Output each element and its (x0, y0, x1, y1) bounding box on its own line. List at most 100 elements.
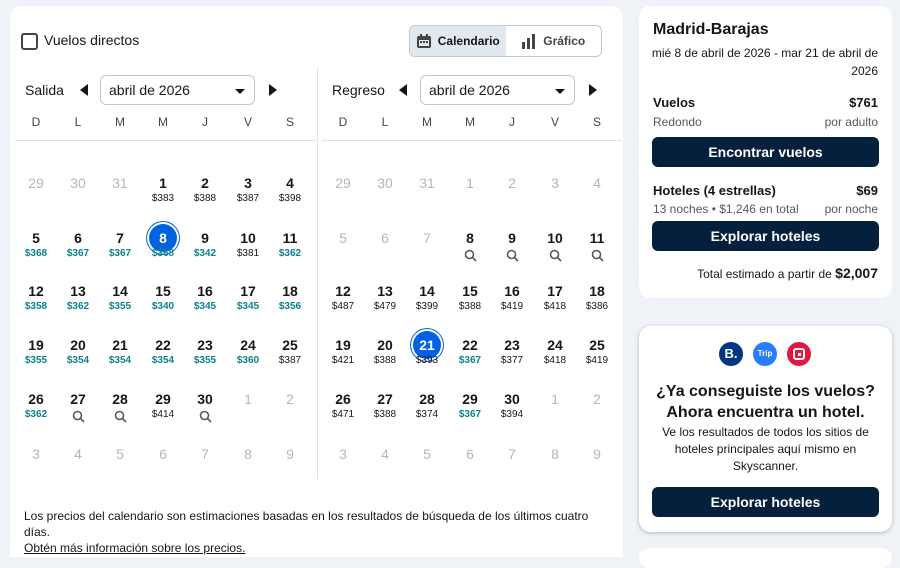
day-cell[interactable]: 1 $383 (142, 169, 184, 219)
prev-month-arrow-icon[interactable] (399, 84, 407, 96)
day-cell[interactable]: 25 $419 (576, 331, 618, 381)
weekday-label: V (550, 115, 559, 129)
direct-flights-label[interactable]: Vuelos directos (44, 32, 139, 48)
day-cell: 2 (269, 385, 311, 435)
selected-day-cell[interactable]: 21 $393 (406, 331, 448, 381)
day-cell[interactable]: 30 (184, 385, 226, 435)
day-number: 29 (28, 175, 44, 191)
search-icon (506, 249, 519, 262)
explore-hotels-button[interactable]: Explorar hoteles (652, 221, 879, 251)
day-cell: 2 (491, 169, 533, 219)
selected-day-cell[interactable]: 8 $368 (142, 224, 184, 274)
departure-month-select[interactable]: abril de 2026 (100, 75, 255, 105)
prev-month-arrow-icon[interactable] (80, 84, 88, 96)
day-cell[interactable]: 28 $374 (406, 385, 448, 435)
chevron-down-icon (555, 89, 565, 94)
day-cell[interactable]: 11 $362 (269, 224, 311, 274)
calendar-view-button[interactable]: Calendario (410, 26, 506, 56)
day-cell[interactable]: 23 $377 (491, 331, 533, 381)
day-cell[interactable]: 21 $354 (99, 331, 141, 381)
day-cell[interactable]: 22 $354 (142, 331, 184, 381)
day-cell[interactable]: 20 $354 (57, 331, 99, 381)
day-cell[interactable]: 10 (534, 224, 576, 274)
day-cell: 5 (99, 440, 141, 490)
weekday-label: J (509, 115, 515, 129)
find-flights-button[interactable]: Encontrar vuelos (652, 137, 879, 167)
day-cell[interactable]: 19 $421 (322, 331, 364, 381)
day-cell[interactable]: 29 $367 (449, 385, 491, 435)
day-cell[interactable]: 25 $387 (269, 331, 311, 381)
day-price: $381 (236, 248, 260, 259)
day-price: $355 (24, 355, 48, 366)
day-cell[interactable]: 14 $355 (99, 277, 141, 327)
day-cell[interactable]: 14 $399 (406, 277, 448, 327)
day-cell[interactable]: 13 $479 (364, 277, 406, 327)
return-month-value: abril de 2026 (429, 82, 510, 98)
day-cell[interactable]: 24 $360 (227, 331, 269, 381)
day-cell[interactable]: 26 $362 (15, 385, 57, 435)
weekday-label: L (381, 115, 389, 129)
day-cell[interactable]: 3 $387 (227, 169, 269, 219)
day-number: 2 (286, 391, 294, 407)
day-cell[interactable]: 24 $418 (534, 331, 576, 381)
day-cell[interactable]: 8 (449, 224, 491, 274)
estimated-total-value: $2,007 (835, 265, 878, 281)
promo-title: ¿Ya conseguiste los vuelos? Ahora encuen… (656, 383, 875, 421)
day-cell[interactable]: 28 (99, 385, 141, 435)
day-number: 8 (244, 446, 252, 462)
day-cell[interactable]: 4 $398 (269, 169, 311, 219)
day-cell[interactable]: 10 $381 (227, 224, 269, 274)
day-price: $394 (500, 409, 524, 420)
agoda-mark-icon (793, 348, 805, 360)
day-number: 28 (112, 391, 128, 407)
day-cell[interactable]: 19 $355 (15, 331, 57, 381)
day-cell[interactable]: 2 $388 (184, 169, 226, 219)
day-cell[interactable]: 30 $394 (491, 385, 533, 435)
day-price: $421 (331, 355, 355, 366)
day-cell[interactable]: 7 $367 (99, 224, 141, 274)
day-cell[interactable]: 18 $386 (576, 277, 618, 327)
day-number: 7 (508, 446, 516, 462)
return-month-select[interactable]: abril de 2026 (420, 75, 575, 105)
weekday-header: DLMMJVS (15, 115, 315, 135)
day-cell[interactable]: 12 $358 (15, 277, 57, 327)
day-cell[interactable]: 20 $388 (364, 331, 406, 381)
day-cell[interactable]: 17 $345 (227, 277, 269, 327)
day-cell[interactable]: 29 $414 (142, 385, 184, 435)
day-cell[interactable]: 27 $388 (364, 385, 406, 435)
day-price: $367 (108, 248, 132, 259)
day-price: $340 (151, 301, 175, 312)
day-cell[interactable]: 17 $418 (534, 277, 576, 327)
day-cell[interactable]: 15 $340 (142, 277, 184, 327)
departure-calendar: Salida abril de 2026 DLMMJVS 29 30 31 1 $383… (15, 75, 315, 475)
day-price: $418 (543, 355, 567, 366)
direct-flights-checkbox[interactable] (21, 33, 38, 50)
day-cell[interactable]: 5 $368 (15, 224, 57, 274)
day-cell[interactable]: 9 (491, 224, 533, 274)
weekday-label: M (158, 115, 168, 129)
chart-view-button[interactable]: Gráfico (506, 26, 602, 56)
weekday-label: M (115, 115, 125, 129)
day-cell[interactable]: 27 (57, 385, 99, 435)
day-cell[interactable]: 12 $487 (322, 277, 364, 327)
weekday-label: D (31, 115, 41, 129)
day-cell[interactable]: 16 $419 (491, 277, 533, 327)
day-cell[interactable]: 9 $342 (184, 224, 226, 274)
day-cell[interactable]: 13 $362 (57, 277, 99, 327)
day-number: 11 (589, 230, 605, 246)
day-cell[interactable]: 23 $355 (184, 331, 226, 381)
day-cell[interactable]: 18 $356 (269, 277, 311, 327)
flights-trip-type: Redondo (653, 115, 702, 129)
day-cell: 31 (406, 169, 448, 219)
next-month-arrow-icon[interactable] (589, 84, 597, 96)
day-cell[interactable]: 26 $471 (322, 385, 364, 435)
promo-explore-hotels-button[interactable]: Explorar hoteles (652, 487, 879, 517)
day-cell[interactable]: 16 $345 (184, 277, 226, 327)
next-month-arrow-icon[interactable] (269, 84, 277, 96)
day-cell[interactable]: 22 $367 (449, 331, 491, 381)
day-cell[interactable]: 11 (576, 224, 618, 274)
day-cell[interactable]: 6 $367 (57, 224, 99, 274)
chart-view-label: Gráfico (543, 34, 586, 48)
price-info-link[interactable]: Obtén más información sobre los precios. (24, 541, 245, 555)
day-cell[interactable]: 15 $388 (449, 277, 491, 327)
